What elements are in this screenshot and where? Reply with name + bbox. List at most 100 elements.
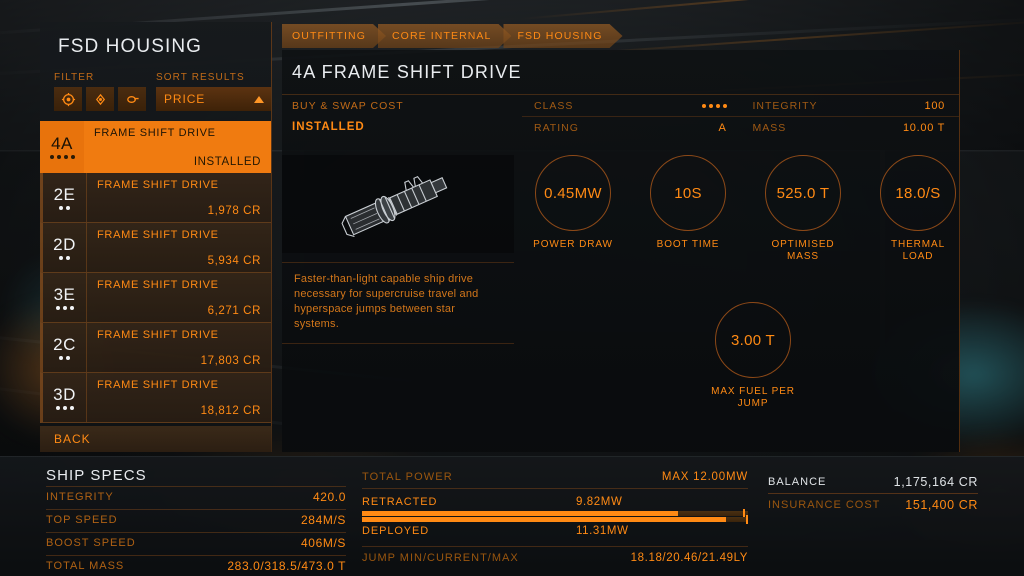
module-code: 3D xyxy=(53,384,76,404)
back-button[interactable]: BACK xyxy=(40,426,272,452)
spec-label: INTEGRITY xyxy=(46,491,114,503)
balance-panel: BALANCE 1,175,164 CR INSURANCE COST 151,… xyxy=(768,471,978,515)
module-description: Faster-than-light capable ship drive nec… xyxy=(282,262,514,344)
stat-gauge: 525.0 T OPTIMISED MASS xyxy=(760,155,846,263)
triangle-up-icon xyxy=(254,95,264,103)
spec-row: TOTAL MASS 283.0/318.5/473.0 T xyxy=(46,555,346,576)
rating-dot xyxy=(70,155,75,159)
module-code: 2D xyxy=(53,234,76,254)
rating-dot xyxy=(56,155,61,159)
module-list-item[interactable]: 4A FRAME SHIFT DRIVE INSTALLED xyxy=(40,121,271,173)
filter-diamond-icon[interactable] xyxy=(86,87,114,111)
module-code-tag: 2E xyxy=(43,173,87,222)
max-fuel-gauge: 3.00 T MAX FUEL PER JUMP xyxy=(707,302,799,410)
max-power-value: MAX 12.00MW xyxy=(661,471,748,483)
module-detail-panel: 4A FRAME SHIFT DRIVE BUY & SWAP COST INS… xyxy=(282,50,960,452)
gauge-label: THERMAL LOAD xyxy=(890,239,946,262)
stat-gauge: 0.45MW POWER DRAW xyxy=(530,155,616,251)
class-rating-column: CLASS RATING A xyxy=(522,95,741,138)
module-price: 17,803 CR xyxy=(200,355,261,367)
module-rating-dots xyxy=(59,255,70,260)
retracted-bar-fill xyxy=(362,511,678,516)
stat-gauge: 10S BOOT TIME xyxy=(645,155,731,251)
module-list-item[interactable]: 2C FRAME SHIFT DRIVE 17,803 CR xyxy=(40,323,271,373)
deployed-bar-fill xyxy=(362,517,726,522)
stat-columns: CLASS RATING A INTEGRITY 100 MASS 10.00 … xyxy=(522,95,959,138)
class-dot xyxy=(701,103,706,108)
module-code-tag: 2C xyxy=(43,323,87,372)
module-list-item[interactable]: 2D FRAME SHIFT DRIVE 5,934 CR xyxy=(40,223,271,273)
integrity-row: INTEGRITY 100 xyxy=(740,95,959,117)
module-body: FRAME SHIFT DRIVE 6,271 CR xyxy=(87,273,271,322)
module-code-tag: 3E xyxy=(43,273,87,322)
module-list[interactable]: 4A FRAME SHIFT DRIVE INSTALLED 2E FRAME SHIF… xyxy=(40,121,271,423)
integrity-label: INTEGRITY xyxy=(752,99,818,112)
rating-value: A xyxy=(718,122,727,134)
jump-label: JUMP MIN/CURRENT/MAX xyxy=(362,552,519,564)
deployed-row: DEPLOYED 11.31MW xyxy=(362,523,748,539)
class-dots xyxy=(701,103,727,108)
ship-specs-rows: INTEGRITY 420.0 TOP SPEED 284M/S BOOST SPEED… xyxy=(46,486,346,576)
cost-label: BUY & SWAP COST xyxy=(292,100,404,112)
class-dot xyxy=(715,103,720,108)
total-power-row: TOTAL POWER MAX 12.00MW xyxy=(362,471,748,483)
module-price: 1,978 CR xyxy=(207,205,261,217)
sort-dropdown[interactable]: PRICE xyxy=(156,87,271,111)
sort-label: SORT RESULTS xyxy=(156,72,245,83)
module-stats-header: BUY & SWAP COST INSTALLED CLASS RATING A… xyxy=(282,94,959,138)
module-rating-dots xyxy=(59,205,70,210)
module-body: FRAME SHIFT DRIVE INSTALLED xyxy=(84,121,271,173)
panel-title: FSD HOUSING xyxy=(58,36,203,57)
module-code: 3E xyxy=(53,284,76,304)
jump-value: 18.18/20.46/21.49LY xyxy=(630,552,748,564)
rating-dot xyxy=(63,155,68,159)
breadcrumb-item[interactable]: FSD HOUSING xyxy=(503,24,622,48)
rating-dot xyxy=(55,305,60,310)
gauge-ring: 525.0 T xyxy=(765,155,841,231)
module-list-item[interactable]: 2E FRAME SHIFT DRIVE 1,978 CR xyxy=(40,173,271,223)
bottom-status-bar: SHIP SPECS INTEGRITY 420.0 TOP SPEED 284M/S… xyxy=(0,456,1024,576)
module-list-item[interactable]: 3E FRAME SHIFT DRIVE 6,271 CR xyxy=(40,273,271,323)
breadcrumb-item[interactable]: OUTFITTING xyxy=(282,24,386,48)
rating-dot xyxy=(66,255,70,260)
ship-specs-title: SHIP SPECS xyxy=(46,467,147,484)
description-text: Faster-than-light capable ship drive nec… xyxy=(294,273,479,330)
filter-group: FILTER xyxy=(54,72,150,111)
filter-target-icon[interactable] xyxy=(54,87,82,111)
gauge-value: 0.45MW xyxy=(544,184,602,202)
breadcrumb-item[interactable]: CORE INTERNAL xyxy=(378,24,511,48)
module-rating-dots xyxy=(55,405,74,410)
module-code-tag: 4A xyxy=(40,121,84,173)
back-label: BACK xyxy=(54,432,91,446)
module-code-tag: 3D xyxy=(43,373,87,422)
spec-value: 406M/S xyxy=(301,536,346,550)
sort-value: PRICE xyxy=(164,92,206,106)
spec-row: INTEGRITY 420.0 xyxy=(46,486,346,507)
rating-label: RATING xyxy=(534,122,579,134)
gauge-value: 525.0 T xyxy=(776,184,830,202)
gauge-ring: 18.0/S xyxy=(880,155,956,231)
filter-tag-icon[interactable] xyxy=(118,87,146,111)
module-code: 4A xyxy=(51,134,73,153)
module-price: 5,934 CR xyxy=(207,255,261,267)
module-code-tag: 2D xyxy=(43,223,87,272)
module-code: 2E xyxy=(53,184,76,204)
rating-dot xyxy=(59,355,63,360)
mass-value: 10.00 T xyxy=(902,122,945,134)
spec-row: TOP SPEED 284M/S xyxy=(46,509,346,530)
gauge-value: 18.0/S xyxy=(895,184,941,202)
module-price: 6,271 CR xyxy=(207,305,261,317)
gauge-ring: 0.45MW xyxy=(535,155,611,231)
module-rating-dots xyxy=(49,155,75,159)
balance-value: 1,175,164 CR xyxy=(893,475,978,489)
gauge-label: MAX FUEL PER JUMP xyxy=(711,386,795,409)
gauge-ring: 10S xyxy=(650,155,726,231)
power-bars: RETRACTED 9.82MW DEPLOYED 11.31MW xyxy=(362,488,748,539)
module-list-item[interactable]: 3D FRAME SHIFT DRIVE 18,812 CR xyxy=(40,373,271,423)
rating-dot xyxy=(66,205,70,210)
cost-block: BUY & SWAP COST INSTALLED xyxy=(282,95,522,138)
module-name: FRAME SHIFT DRIVE xyxy=(97,329,219,341)
gauge-label: POWER DRAW xyxy=(533,239,613,250)
total-power-label: TOTAL POWER xyxy=(362,471,453,483)
deployed-label: DEPLOYED xyxy=(362,525,430,537)
